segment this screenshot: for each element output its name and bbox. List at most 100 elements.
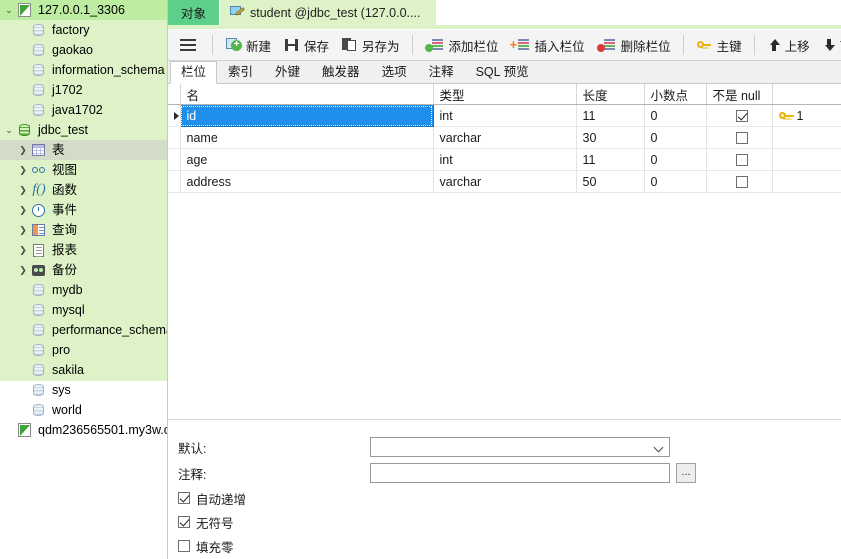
tree-item-database[interactable]: information_schema	[0, 60, 168, 80]
cell-field-key[interactable]	[772, 170, 841, 193]
cell-field-decimals[interactable]: 0	[644, 148, 707, 171]
not-null-checkbox[interactable]	[736, 132, 748, 145]
column-header-name[interactable]: 名	[180, 84, 434, 105]
cell-field-name[interactable]: age	[180, 148, 434, 171]
column-header-decimals[interactable]: 小数点	[644, 84, 707, 105]
table-row[interactable]: id int 11 0 1	[168, 104, 841, 127]
cell-field-name[interactable]: name	[180, 126, 434, 149]
table-row[interactable]: age int 11 0	[168, 148, 841, 171]
table-row[interactable]: name varchar 30 0	[168, 126, 841, 149]
chevron-right-icon[interactable]: ❯	[16, 240, 30, 260]
new-button[interactable]: 新建	[219, 32, 277, 58]
tree-item-database-active[interactable]: ⌄ jdbc_test	[0, 120, 168, 140]
database-label: world	[52, 403, 82, 417]
tree-item-queries[interactable]: ❯ 查询	[0, 220, 168, 240]
not-null-checkbox[interactable]	[736, 154, 748, 167]
insert-field-button[interactable]: + 插入栏位	[505, 32, 591, 58]
cell-field-decimals[interactable]: 0	[644, 104, 707, 127]
cell-field-key[interactable]	[772, 126, 841, 149]
cell-field-length[interactable]: 11	[576, 148, 645, 171]
tab-triggers[interactable]: 触发器	[311, 61, 371, 83]
tree-item-reports[interactable]: ❯ 报表	[0, 240, 168, 260]
cell-field-type[interactable]: varchar	[433, 126, 577, 149]
cell-field-type[interactable]: int	[433, 148, 577, 171]
save-button[interactable]: 保存	[277, 32, 335, 58]
move-down-button[interactable]: 下移	[816, 32, 841, 58]
column-header-key[interactable]	[772, 84, 841, 105]
tab-options[interactable]: 选项	[370, 61, 418, 83]
unsigned-row[interactable]: 无符号	[168, 510, 841, 534]
cell-field-name[interactable]: id	[179, 104, 434, 127]
tree-item-database[interactable]: sakila	[0, 360, 168, 380]
tree-item-database[interactable]: sys	[0, 380, 168, 400]
delete-field-button[interactable]: 删除栏位	[591, 32, 677, 58]
comment-input[interactable]	[370, 463, 670, 483]
cell-field-not-null[interactable]	[706, 170, 773, 193]
tree-item-connection-other[interactable]: qdm236565501.my3w.c	[0, 420, 168, 440]
cell-field-key[interactable]: 1	[772, 104, 841, 127]
tree-item-tables[interactable]: ❯ 表	[0, 140, 168, 160]
cell-field-not-null[interactable]	[706, 148, 773, 171]
cell-field-key[interactable]	[772, 148, 841, 171]
tree-item-database[interactable]: factory	[0, 20, 168, 40]
auto-increment-checkbox[interactable]	[178, 492, 190, 504]
not-null-checkbox[interactable]	[736, 110, 748, 123]
tree-item-database[interactable]: performance_schema	[0, 320, 168, 340]
tree-item-backups[interactable]: ❯ 备份	[0, 260, 168, 280]
tree-item-database[interactable]: java1702	[0, 100, 168, 120]
tree-item-events[interactable]: ❯ 事件	[0, 200, 168, 220]
chevron-right-icon[interactable]: ❯	[16, 140, 30, 160]
save-as-button[interactable]: 另存为	[335, 32, 406, 58]
tree-item-views[interactable]: ❯ 视图	[0, 160, 168, 180]
cell-field-length[interactable]: 11	[576, 104, 645, 127]
cell-field-decimals[interactable]: 0	[644, 126, 707, 149]
auto-increment-row[interactable]: 自动递增	[168, 486, 841, 510]
chevron-right-icon[interactable]: ❯	[16, 200, 30, 220]
tree-item-connection[interactable]: ⌄ 127.0.0.1_3306	[0, 0, 168, 20]
comment-browse-button[interactable]: ...	[676, 463, 696, 483]
table-row[interactable]: address varchar 50 0	[168, 170, 841, 193]
tab-table-designer[interactable]: student @jdbc_test (127.0.0....	[220, 0, 438, 25]
sidebar-splitter[interactable]	[167, 0, 168, 559]
cell-field-not-null[interactable]	[706, 104, 773, 127]
tree-item-database[interactable]: j1702	[0, 80, 168, 100]
chevron-down-icon[interactable]: ⌄	[2, 0, 16, 20]
chevron-down-icon[interactable]: ⌄	[2, 120, 16, 140]
zero-fill-checkbox[interactable]	[178, 540, 190, 552]
cell-field-name[interactable]: address	[180, 170, 434, 193]
cell-field-length[interactable]: 30	[576, 126, 645, 149]
cell-field-decimals[interactable]: 0	[644, 170, 707, 193]
cell-field-not-null[interactable]	[706, 126, 773, 149]
hamburger-icon[interactable]	[180, 39, 196, 51]
add-field-button[interactable]: 添加栏位	[419, 32, 505, 58]
tab-fields[interactable]: 栏位	[170, 61, 218, 84]
cell-field-type[interactable]: varchar	[433, 170, 577, 193]
chevron-right-icon[interactable]: ❯	[16, 260, 30, 280]
cell-field-type[interactable]: int	[433, 104, 577, 127]
tree-item-database[interactable]: pro	[0, 340, 168, 360]
default-value-dropdown[interactable]	[370, 437, 670, 457]
primary-key-button[interactable]: 主键	[690, 32, 748, 58]
tab-sql-preview[interactable]: SQL 预览	[464, 61, 540, 83]
tab-foreign-keys[interactable]: 外键	[264, 61, 312, 83]
not-null-checkbox[interactable]	[736, 176, 748, 189]
tree-item-functions[interactable]: ❯ f() 函数	[0, 180, 168, 200]
tree-item-database[interactable]: mysql	[0, 300, 168, 320]
zero-fill-row[interactable]: 填充零	[168, 534, 841, 558]
cell-field-length[interactable]: 50	[576, 170, 645, 193]
tab-objects[interactable]: 对象	[168, 0, 220, 25]
chevron-down-icon[interactable]	[655, 444, 662, 451]
chevron-right-icon[interactable]: ❯	[16, 160, 30, 180]
column-header-not-null[interactable]: 不是 null	[706, 84, 773, 105]
chevron-right-icon[interactable]: ❯	[16, 180, 30, 200]
tree-item-database[interactable]: gaokao	[0, 40, 168, 60]
tree-item-database[interactable]: mydb	[0, 280, 168, 300]
unsigned-checkbox[interactable]	[178, 516, 190, 528]
tab-indexes[interactable]: 索引	[217, 61, 265, 83]
column-header-length[interactable]: 长度	[576, 84, 645, 105]
tab-comment[interactable]: 注释	[417, 61, 465, 83]
chevron-right-icon[interactable]: ❯	[16, 220, 30, 240]
tree-item-database[interactable]: world	[0, 400, 168, 420]
column-header-type[interactable]: 类型	[433, 84, 577, 105]
move-up-button[interactable]: 上移	[761, 32, 816, 58]
